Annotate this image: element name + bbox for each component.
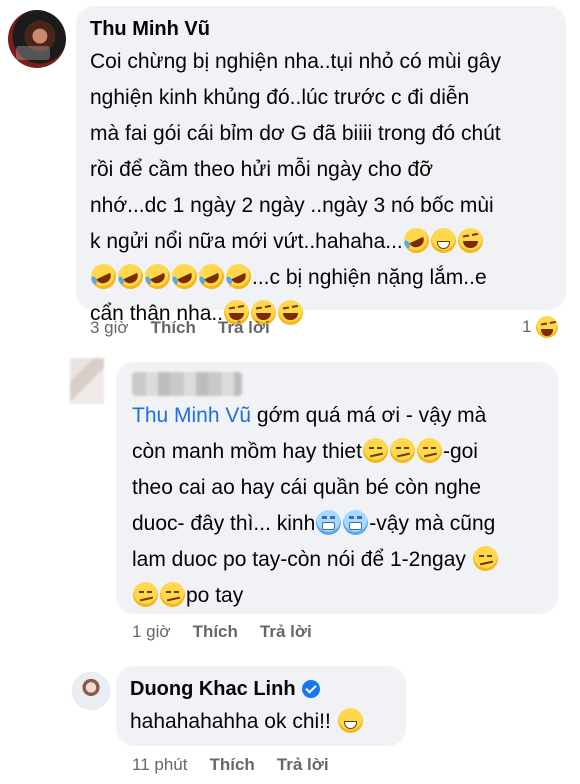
comment-text: Thu Minh Vũ gớm quá má ơi - vậy mà còn m… (132, 398, 542, 614)
reply-button[interactable]: Trả lời (277, 755, 329, 775)
grin-emoji-icon (430, 228, 456, 253)
text-line: lam duoc po tay-còn nói để 1-2ngay (132, 548, 466, 571)
text-line: mà fai gói cái bỉm dơ G đã biiii trong đ… (90, 122, 501, 145)
avatar-thu-minh-vu[interactable] (8, 10, 66, 68)
text-line: theo cai ao hay cái quần bé còn nghe (132, 476, 482, 499)
smirk-emoji-icon (362, 438, 388, 463)
avatar-blurred[interactable] (70, 358, 104, 404)
comment-text: Coi chừng bị nghiện nha..tụi nhỏ có mùi … (86, 44, 552, 332)
rofl-emoji-icon (113, 259, 148, 294)
like-button[interactable]: Thích (193, 622, 238, 642)
reaction-count: 1 (522, 317, 532, 336)
text-line: còn manh mồm hay thiet (132, 440, 362, 463)
text-line: nghiện kinh khủng đó..lúc trước c đi diễ… (90, 86, 470, 109)
author-name[interactable]: Thu Minh Vũ (90, 16, 210, 42)
smirk-emoji-icon (472, 546, 498, 571)
comment-text: hahahahahha ok chi!! (130, 704, 392, 740)
comment-actions-3: 11 phút Thích Trả lời (132, 755, 329, 775)
rofl-emoji-icon (167, 259, 202, 294)
rofl-emoji-icon (86, 259, 121, 294)
comment-author[interactable]: Thu Minh Vũ (90, 16, 552, 42)
timestamp[interactable]: 3 giờ (90, 318, 129, 338)
text-line: k ngửi nổi nữa mới vứt..hahaha... (90, 230, 403, 253)
text-line: -vậy mà cũng (369, 512, 496, 535)
text-line: hahahahahha ok chi!! (130, 710, 337, 733)
reply-button[interactable]: Trả lời (260, 622, 312, 642)
comment-bubble-2: Thu Minh Vũ gớm quá má ơi - vậy mà còn m… (116, 362, 558, 614)
text-line: duoc- đây thì... kinh (132, 512, 316, 535)
smirk-emoji-icon (389, 438, 415, 463)
text-line: nhớ...dc 1 ngày 2 ngày ..ngày 3 nó bốc m… (90, 194, 494, 217)
reply-button[interactable]: Trả lời (218, 318, 270, 338)
laughing-emoji-icon (457, 228, 483, 253)
smirk-emoji-icon (416, 438, 442, 463)
rofl-emoji-icon (221, 259, 256, 294)
comment-actions-2: 1 giờ Thích Trả lời (132, 622, 312, 642)
text-line: rồi để cầm theo hửi mỗi ngày cho đỡ (90, 158, 434, 181)
avatar-badge (16, 46, 50, 60)
blurred-author-name (132, 372, 242, 396)
laughing-emoji-icon (278, 300, 304, 325)
reaction-summary[interactable]: 1 (522, 316, 559, 338)
like-button[interactable]: Thích (151, 318, 196, 338)
comment-actions-1: 3 giờ Thích Trả lời (90, 318, 270, 338)
rofl-emoji-icon (140, 259, 175, 294)
smirk-emoji-icon (133, 582, 158, 607)
verified-badge-icon (301, 680, 320, 698)
smirk-emoji-icon (160, 582, 185, 607)
author-name[interactable]: Duong Khac Linh (130, 676, 296, 702)
text-line: Coi chừng bị nghiện nha..tụi nhỏ có mùi … (90, 50, 501, 73)
comment-author[interactable]: Duong Khac Linh (130, 676, 392, 702)
laughing-emoji-icon (536, 316, 559, 338)
cold-face-emoji-icon (316, 510, 342, 535)
like-button[interactable]: Thích (209, 755, 254, 775)
text-line: po tay (186, 584, 244, 607)
text-line: ...c bị nghiện nặng lắm..e (252, 266, 487, 289)
comment-author[interactable] (132, 372, 542, 396)
timestamp[interactable]: 1 giờ (132, 622, 171, 642)
avatar-duong-khac-linh[interactable] (72, 672, 110, 710)
cold-face-emoji-icon (343, 510, 369, 535)
rofl-emoji-icon (399, 223, 433, 258)
comment-bubble-1: Thu Minh Vũ Coi chừng bị nghiện nha..tụi… (76, 6, 566, 325)
rofl-emoji-icon (194, 259, 229, 294)
text-line: -goi (442, 440, 478, 463)
timestamp[interactable]: 11 phút (132, 755, 187, 775)
grin-emoji-icon (337, 708, 363, 733)
mention-link[interactable]: Thu Minh Vũ (132, 404, 251, 427)
comment-bubble-3: Duong Khac Linh hahahahahha ok chi!! (116, 666, 406, 746)
text-line: gớm quá má ơi - vậy mà (251, 404, 487, 427)
